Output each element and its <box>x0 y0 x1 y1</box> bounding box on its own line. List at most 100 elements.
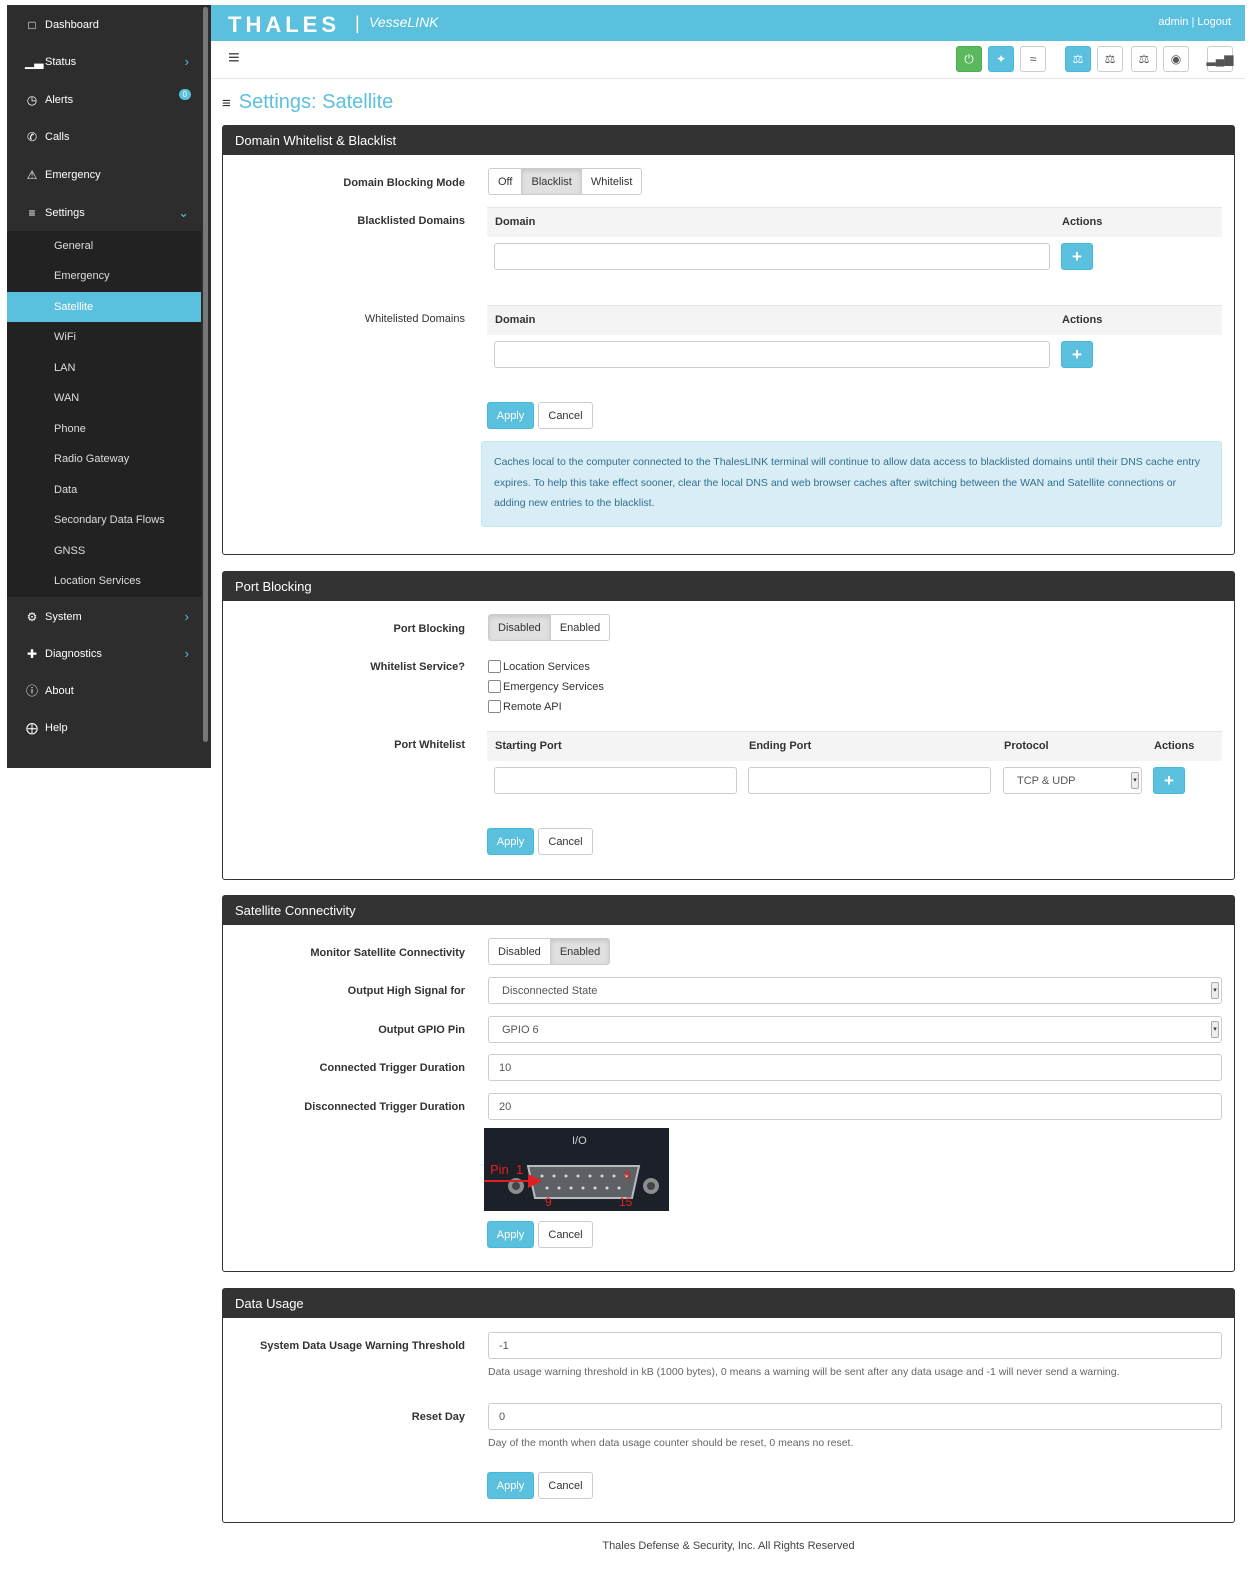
submenu-item-gnss[interactable]: GNSS <box>7 536 201 566</box>
checkbox-label: Remote API <box>503 700 562 713</box>
port-blocking-disabled-button[interactable]: Disabled <box>488 614 551 641</box>
port-blocking-panel: Port Blocking Port Blocking Disabled Ena… <box>222 571 1235 880</box>
disconnected-trigger-duration-input[interactable]: 20 <box>488 1093 1222 1120</box>
apply-button[interactable]: Apply <box>487 402 534 429</box>
port-blocking-label: Port Blocking <box>393 623 465 635</box>
output-gpio-pin-select[interactable]: GPIO 6 ▾ <box>488 1016 1222 1043</box>
submenu-item-general[interactable]: General <box>7 231 201 261</box>
reset-day-input[interactable]: 0 <box>488 1403 1222 1430</box>
sidebar-item-label: Calls <box>45 130 70 143</box>
cancel-button[interactable]: Cancel <box>538 402 593 429</box>
checkbox-icon <box>488 660 501 673</box>
hamburger-menu-icon[interactable]: ≡ <box>228 47 240 70</box>
port-blocking-enabled-button[interactable]: Enabled <box>549 614 611 641</box>
sidebar-item-label: Status <box>45 55 77 68</box>
dns-cache-info-box: Caches local to the computer connected t… <box>481 441 1222 527</box>
sidebar-item-diagnostics[interactable]: ✚ Diagnostics › <box>7 635 201 672</box>
submenu-item-satellite[interactable]: Satellite <box>7 292 201 322</box>
network-icon[interactable]: ⚖ <box>1131 46 1157 72</box>
mode-whitelist-button[interactable]: Whitelist <box>580 168 643 195</box>
domain-panel: Domain Whitelist & Blacklist Domain Bloc… <box>222 125 1235 555</box>
blacklist-domain-input[interactable] <box>494 243 1050 270</box>
column-header-ending-port: Ending Port <box>749 740 812 752</box>
location-services-checkbox[interactable]: Location Services <box>488 660 590 673</box>
monitor-enabled-button[interactable]: Enabled <box>549 938 611 965</box>
mode-off-button[interactable]: Off <box>488 168 523 195</box>
protocol-select[interactable]: TCP & UDP ▾ <box>1003 767 1142 794</box>
sidebar-item-alerts[interactable]: ◷ Alerts 0 <box>7 81 201 118</box>
top-bar: THALES | VesseLINK admin | Logout <box>211 5 1245 41</box>
whitelisted-domains-label: Whitelisted Domains <box>364 313 465 325</box>
sidebar-item-calls[interactable]: ✆ Calls <box>7 118 201 155</box>
sidebar-item-about[interactable]: ⓘ About <box>7 672 201 709</box>
toolbar: ≡ ⏻ ✦ ≈ ⚖ ⚖ ⚖ ◉ ▂▄▆ <box>211 41 1245 79</box>
submenu-item-location-services[interactable]: Location Services <box>7 566 201 596</box>
network-icon[interactable]: ⚖ <box>1097 46 1123 72</box>
sidebar-item-emergency[interactable]: ⚠ Emergency <box>7 156 201 193</box>
output-high-signal-select[interactable]: Disconnected State ▾ <box>488 977 1222 1004</box>
submenu-item-emergency[interactable]: Emergency <box>7 261 201 291</box>
brand-logo: THALES <box>228 12 340 37</box>
cancel-button[interactable]: Cancel <box>538 1472 593 1499</box>
whitelist-domain-input[interactable] <box>494 341 1050 368</box>
cancel-button[interactable]: Cancel <box>538 1221 593 1248</box>
satellite-connectivity-panel: Satellite Connectivity Monitor Satellite… <box>222 895 1235 1272</box>
starting-port-input[interactable] <box>494 767 737 794</box>
signal-icon[interactable]: ▂▄▆ <box>1207 46 1233 72</box>
sidebar-item-help[interactable]: ⨁ Help <box>7 709 201 746</box>
sidebar-item-settings[interactable]: ≡ Settings ⌄ <box>7 194 201 231</box>
submenu-item-data[interactable]: Data <box>7 475 201 505</box>
alerts-count-badge: 0 <box>178 89 191 100</box>
network-icon[interactable]: ⚖ <box>1065 46 1091 72</box>
io-connector-image: I/O Pin 1 8 9 15 <box>484 1128 669 1211</box>
panel-header: Data Usage <box>223 1289 1234 1318</box>
warning-threshold-input[interactable]: -1 <box>488 1332 1222 1359</box>
power-icon[interactable]: ⏻ <box>956 46 982 72</box>
connected-trigger-duration-value: 10 <box>499 1061 512 1074</box>
connected-trigger-duration-input[interactable]: 10 <box>488 1054 1222 1081</box>
satellite-icon[interactable]: ✦ <box>988 46 1014 72</box>
sidebar-scrollbar[interactable] <box>203 7 208 742</box>
submenu-item-wan[interactable]: WAN <box>7 383 201 413</box>
column-header-domain: Domain <box>495 314 536 326</box>
checkbox-icon <box>488 700 501 713</box>
ending-port-input[interactable] <box>748 767 991 794</box>
sidebar-item-system[interactable]: ⚙ System › <box>7 598 201 635</box>
panel-header: Domain Whitelist & Blacklist <box>223 126 1234 155</box>
apply-button[interactable]: Apply <box>487 1221 534 1248</box>
sidebar-item-dashboard[interactable]: □ Dashboard <box>7 6 201 43</box>
sliders-icon: ≡ <box>222 95 231 112</box>
add-port-whitelist-button[interactable]: + <box>1153 767 1185 794</box>
submenu-item-wifi[interactable]: WiFi <box>7 322 201 352</box>
apply-button[interactable]: Apply <box>487 1472 534 1499</box>
submenu-item-lan[interactable]: LAN <box>7 353 201 383</box>
mode-blacklist-button[interactable]: Blacklist <box>521 168 582 195</box>
product-name: VesseLINK <box>369 14 439 30</box>
wifi-icon[interactable]: ≈ <box>1020 46 1046 72</box>
add-whitelist-domain-button[interactable]: + <box>1061 341 1093 368</box>
user-links[interactable]: admin | Logout <box>1158 16 1231 28</box>
add-blacklist-domain-button[interactable]: + <box>1061 243 1093 270</box>
emergency-services-checkbox[interactable]: Emergency Services <box>488 680 604 693</box>
column-header-actions: Actions <box>1062 314 1103 326</box>
pin-9-label: 9 <box>545 1195 552 1209</box>
sidebar-item-label: Settings <box>45 206 85 219</box>
apply-button[interactable]: Apply <box>487 828 534 855</box>
output-gpio-pin-label: Output GPIO Pin <box>378 1024 465 1036</box>
submenu-item-phone[interactable]: Phone <box>7 414 201 444</box>
monitor-icon: □ <box>28 17 36 32</box>
output-gpio-pin-value: GPIO 6 <box>502 1023 539 1036</box>
submenu-item-secondary-data-flows[interactable]: Secondary Data Flows <box>7 505 201 535</box>
remote-api-checkbox[interactable]: Remote API <box>488 700 562 713</box>
sidebar-item-label: Diagnostics <box>45 647 102 660</box>
brand-separator: | <box>355 13 360 33</box>
globe-icon[interactable]: ◉ <box>1163 46 1189 72</box>
alarm-clock-icon: ◷ <box>26 92 38 107</box>
sidebar-item-status[interactable]: ▁▃ Status › <box>7 43 201 80</box>
monitor-connectivity-toggle: Disabled Enabled <box>488 938 611 965</box>
domain-blocking-mode-label: Domain Blocking Mode <box>343 177 465 189</box>
checkbox-icon <box>488 680 501 693</box>
monitor-disabled-button[interactable]: Disabled <box>488 938 551 965</box>
submenu-item-radio-gateway[interactable]: Radio Gateway <box>7 444 201 474</box>
cancel-button[interactable]: Cancel <box>538 828 593 855</box>
